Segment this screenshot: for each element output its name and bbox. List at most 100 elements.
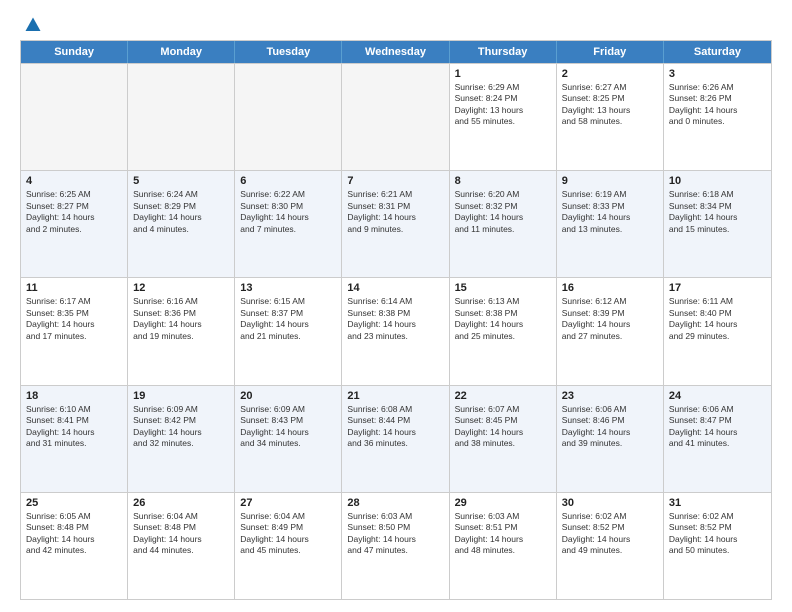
cal-cell: 2Sunrise: 6:27 AM Sunset: 8:25 PM Daylig… (557, 64, 664, 170)
day-info: Sunrise: 6:14 AM Sunset: 8:38 PM Dayligh… (347, 296, 443, 342)
day-info: Sunrise: 6:02 AM Sunset: 8:52 PM Dayligh… (562, 511, 658, 557)
header-monday: Monday (128, 41, 235, 63)
header-thursday: Thursday (450, 41, 557, 63)
day-info: Sunrise: 6:03 AM Sunset: 8:51 PM Dayligh… (455, 511, 551, 557)
cal-cell: 25 Sunrise: 6:05 AM Sunset: 8:48 PM Dayli… (21, 493, 128, 599)
cal-cell: 3 Sunrise: 6:26 AM Sunset: 8:26 PM Daylig… (664, 64, 771, 170)
day-number: 31 (669, 497, 766, 509)
day-info: Sunrise: 6:26 AM Sunset: 8:26 PM Dayligh… (669, 82, 766, 128)
day-info: Sunrise: 6:27 AM Sunset: 8:25 PM Dayligh… (562, 82, 658, 128)
cal-cell: 19 Sunrise: 6:09 AM Sunset: 8:42 PM Dayli… (128, 386, 235, 492)
cal-cell: 18 Sunrise: 6:10 AM Sunset: 8:41 PM Dayli… (21, 386, 128, 492)
cal-cell: 21 Sunrise: 6:08 AM Sunset: 8:44 PM Dayli… (342, 386, 449, 492)
cal-cell: 11 Sunrise: 6:17 AM Sunset: 8:35 PM Dayli… (21, 278, 128, 384)
day-info: Sunrise: 6:06 AM Sunset: 8:46 PM Dayligh… (562, 404, 658, 450)
cal-cell: 1Sunrise: 6:29 AM Sunset: 8:24 PM Daylig… (450, 64, 557, 170)
day-number: 23 (562, 390, 658, 402)
day-info: Sunrise: 6:03 AM Sunset: 8:50 PM Dayligh… (347, 511, 443, 557)
page: Sunday Monday Tuesday Wednesday Thursday… (0, 0, 792, 612)
day-info: Sunrise: 6:09 AM Sunset: 8:43 PM Dayligh… (240, 404, 336, 450)
cal-cell: 14 Sunrise: 6:14 AM Sunset: 8:38 PM Dayli… (342, 278, 449, 384)
day-info: Sunrise: 6:02 AM Sunset: 8:52 PM Dayligh… (669, 511, 766, 557)
header-wednesday: Wednesday (342, 41, 449, 63)
cal-cell: 28Sunrise: 6:03 AM Sunset: 8:50 PM Dayli… (342, 493, 449, 599)
day-info: Sunrise: 6:17 AM Sunset: 8:35 PM Dayligh… (26, 296, 122, 342)
cal-cell: 31 Sunrise: 6:02 AM Sunset: 8:52 PM Dayli… (664, 493, 771, 599)
day-number: 1 (455, 68, 551, 80)
calendar-header: Sunday Monday Tuesday Wednesday Thursday… (21, 41, 771, 63)
cal-cell: 26 Sunrise: 6:04 AM Sunset: 8:48 PM Dayli… (128, 493, 235, 599)
day-number: 24 (669, 390, 766, 402)
day-info: Sunrise: 6:07 AM Sunset: 8:45 PM Dayligh… (455, 404, 551, 450)
day-number: 9 (562, 175, 658, 187)
day-info: Sunrise: 6:13 AM Sunset: 8:38 PM Dayligh… (455, 296, 551, 342)
cal-cell: 7 Sunrise: 6:21 AM Sunset: 8:31 PM Daylig… (342, 171, 449, 277)
day-number: 25 (26, 497, 122, 509)
logo (20, 16, 42, 30)
day-number: 30 (562, 497, 658, 509)
day-number: 6 (240, 175, 336, 187)
cal-cell: 15 Sunrise: 6:13 AM Sunset: 8:38 PM Dayli… (450, 278, 557, 384)
cal-cell: 30 Sunrise: 6:02 AM Sunset: 8:52 PM Dayli… (557, 493, 664, 599)
header (20, 16, 772, 30)
day-number: 19 (133, 390, 229, 402)
cal-cell: 9 Sunrise: 6:19 AM Sunset: 8:33 PM Daylig… (557, 171, 664, 277)
day-number: 15 (455, 282, 551, 294)
day-info: Sunrise: 6:18 AM Sunset: 8:34 PM Dayligh… (669, 189, 766, 235)
cal-cell: 27 Sunrise: 6:04 AM Sunset: 8:49 PM Dayli… (235, 493, 342, 599)
day-number: 5 (133, 175, 229, 187)
day-number: 18 (26, 390, 122, 402)
day-number: 20 (240, 390, 336, 402)
cal-cell: 22 Sunrise: 6:07 AM Sunset: 8:45 PM Dayli… (450, 386, 557, 492)
day-number: 26 (133, 497, 229, 509)
day-info: Sunrise: 6:09 AM Sunset: 8:42 PM Dayligh… (133, 404, 229, 450)
day-info: Sunrise: 6:04 AM Sunset: 8:49 PM Dayligh… (240, 511, 336, 557)
day-info: Sunrise: 6:24 AM Sunset: 8:29 PM Dayligh… (133, 189, 229, 235)
cal-cell (342, 64, 449, 170)
cal-cell: 16 Sunrise: 6:12 AM Sunset: 8:39 PM Dayli… (557, 278, 664, 384)
header-tuesday: Tuesday (235, 41, 342, 63)
day-info: Sunrise: 6:19 AM Sunset: 8:33 PM Dayligh… (562, 189, 658, 235)
cal-row: 18 Sunrise: 6:10 AM Sunset: 8:41 PM Dayli… (21, 385, 771, 492)
header-sunday: Sunday (21, 41, 128, 63)
cal-cell (21, 64, 128, 170)
day-number: 3 (669, 68, 766, 80)
day-number: 11 (26, 282, 122, 294)
cal-row: 25 Sunrise: 6:05 AM Sunset: 8:48 PM Dayli… (21, 492, 771, 599)
day-info: Sunrise: 6:12 AM Sunset: 8:39 PM Dayligh… (562, 296, 658, 342)
cal-cell (235, 64, 342, 170)
day-number: 8 (455, 175, 551, 187)
day-info: Sunrise: 6:05 AM Sunset: 8:48 PM Dayligh… (26, 511, 122, 557)
cal-cell: 17Sunrise: 6:11 AM Sunset: 8:40 PM Dayli… (664, 278, 771, 384)
day-number: 12 (133, 282, 229, 294)
day-number: 7 (347, 175, 443, 187)
cal-cell: 10Sunrise: 6:18 AM Sunset: 8:34 PM Dayli… (664, 171, 771, 277)
day-info: Sunrise: 6:21 AM Sunset: 8:31 PM Dayligh… (347, 189, 443, 235)
calendar: Sunday Monday Tuesday Wednesday Thursday… (20, 40, 772, 600)
day-number: 16 (562, 282, 658, 294)
logo-icon (24, 16, 42, 34)
cal-row: 11 Sunrise: 6:17 AM Sunset: 8:35 PM Dayli… (21, 277, 771, 384)
day-info: Sunrise: 6:04 AM Sunset: 8:48 PM Dayligh… (133, 511, 229, 557)
day-number: 22 (455, 390, 551, 402)
day-number: 29 (455, 497, 551, 509)
cal-row: 1Sunrise: 6:29 AM Sunset: 8:24 PM Daylig… (21, 63, 771, 170)
day-number: 13 (240, 282, 336, 294)
day-info: Sunrise: 6:10 AM Sunset: 8:41 PM Dayligh… (26, 404, 122, 450)
cal-cell: 24Sunrise: 6:06 AM Sunset: 8:47 PM Dayli… (664, 386, 771, 492)
day-number: 14 (347, 282, 443, 294)
day-info: Sunrise: 6:25 AM Sunset: 8:27 PM Dayligh… (26, 189, 122, 235)
day-info: Sunrise: 6:15 AM Sunset: 8:37 PM Dayligh… (240, 296, 336, 342)
calendar-body: 1Sunrise: 6:29 AM Sunset: 8:24 PM Daylig… (21, 63, 771, 599)
day-number: 21 (347, 390, 443, 402)
day-number: 17 (669, 282, 766, 294)
day-number: 27 (240, 497, 336, 509)
day-info: Sunrise: 6:08 AM Sunset: 8:44 PM Dayligh… (347, 404, 443, 450)
cal-cell: 4Sunrise: 6:25 AM Sunset: 8:27 PM Daylig… (21, 171, 128, 277)
cal-cell (128, 64, 235, 170)
cal-cell: 12Sunrise: 6:16 AM Sunset: 8:36 PM Dayli… (128, 278, 235, 384)
day-info: Sunrise: 6:22 AM Sunset: 8:30 PM Dayligh… (240, 189, 336, 235)
header-saturday: Saturday (664, 41, 771, 63)
cal-row: 4Sunrise: 6:25 AM Sunset: 8:27 PM Daylig… (21, 170, 771, 277)
cal-cell: 13 Sunrise: 6:15 AM Sunset: 8:37 PM Dayli… (235, 278, 342, 384)
